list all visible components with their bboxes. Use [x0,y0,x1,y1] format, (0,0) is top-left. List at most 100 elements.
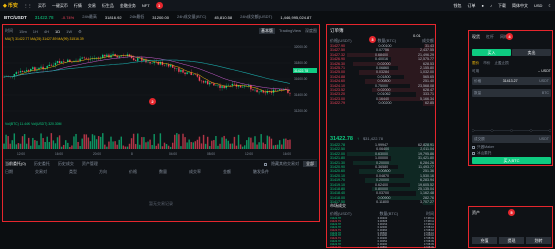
nav-language[interactable]: 简体中文 [512,3,528,9]
volume-bar [17,143,20,149]
user-icon[interactable]: ● [482,3,484,8]
candle-body [252,89,254,91]
volume-bar [213,140,215,149]
transfer-button[interactable]: 划转 [526,237,551,244]
maker-only-checkbox[interactable] [472,146,475,149]
candle-body [56,61,59,63]
candle-body [167,64,170,67]
volume-bar [81,138,83,149]
candle-body [198,76,201,81]
volume-bar [97,136,100,149]
qty-input[interactable]: 数量 BTC [472,89,551,97]
interval-1d[interactable]: 1D [55,29,60,34]
buy-submit-button[interactable]: 买入BTC [472,157,551,164]
volume-bar [143,137,145,149]
available-label: 可用 [472,69,480,73]
nav-grid-icon[interactable]: ⋮⋮ [24,3,32,8]
brand-logo[interactable]: ◆ 币安 [3,2,18,10]
maker-only-option[interactable]: 只做Maker [472,145,494,150]
theme-icon[interactable]: ☾ [548,3,552,8]
volume-bar [9,143,11,149]
price-axis-label: 31800.00 [294,61,308,65]
interval-1h[interactable]: 1H [33,29,38,34]
price-input-label: 价格 [474,78,482,83]
ticker-bar: BTC/USDT 31422.78 -0.74% 24h最高 31816.92 … [2,12,320,22]
nav-quick-buy[interactable]: 一键买币 [52,3,68,9]
nav-download[interactable]: 下载 [498,3,506,9]
stat-value: 31200.00 [152,14,169,20]
nav-derivatives[interactable]: 衍生品 [102,3,114,9]
candle-body [278,89,281,91]
volume-bar [130,138,133,149]
settings-icon[interactable]: ⚙ [78,29,82,34]
annotation-badge-2: 2 [149,98,156,105]
interval-time[interactable]: 时间 [5,28,13,34]
nav-orders[interactable]: 订单 [468,3,476,9]
candle-body [196,74,199,77]
nav-markets[interactable]: 行情 [74,3,82,9]
tab-funds[interactable]: 资产管理 [82,161,98,167]
volume-bar [264,144,267,149]
tab-order-history[interactable]: 历史委托 [34,161,50,167]
trade-qty: 0.00860 [377,246,388,249]
filter-dropdown[interactable]: 全部 [303,161,317,167]
candle-body [15,72,18,75]
tab-tradingview[interactable]: TradingView [279,28,301,34]
hide-pairs-checkbox[interactable] [264,162,267,166]
iceberg-option[interactable]: 冰山委托 [472,151,491,156]
sell-tab-button[interactable]: 卖出 [512,49,551,56]
tab-depth[interactable]: 深度图 [305,28,317,34]
deposit-button[interactable]: 充值 [472,237,497,244]
volume-bar [65,140,67,149]
nav-currency[interactable]: USD [534,3,542,8]
volume-bar [268,136,271,149]
volume-bar [3,143,5,149]
nav-nft[interactable]: NFT [142,3,150,8]
candle-body [182,69,184,73]
order-type-market[interactable]: 市价 [483,61,490,66]
tab-open-orders[interactable]: 当前委托(0) [5,161,26,167]
nav-finance[interactable]: 金融业务 [120,3,136,9]
volume-bar [73,136,75,149]
buy-tab-button[interactable]: 买入 [472,49,511,56]
candle-body [165,64,168,66]
volume-bar [5,134,7,149]
volume-bar [128,143,131,149]
amount-slider[interactable] [472,129,551,132]
volume-bar [110,136,112,149]
volume-bar [169,146,172,149]
order-type-limit[interactable]: 限价 [472,61,479,66]
tab-spot[interactable]: 现货 [472,34,480,40]
volume-bar [176,133,178,149]
stat-value: 1,446,995,024.87 [280,14,312,20]
candle-body [223,86,225,89]
iceberg-checkbox[interactable] [472,152,475,155]
volume-bar [19,143,22,149]
candle-body [23,71,26,73]
nav-wallet[interactable]: 钱包 [454,3,462,9]
interval-15m[interactable]: 15m [19,29,27,34]
volume-bar [124,146,127,149]
stat-label: 24h成交量(BTC) [176,14,207,19]
tab-basic[interactable]: 基本版 [258,28,275,34]
volume-bar [272,145,275,149]
nav-buy-crypto[interactable]: 买币 [38,3,46,9]
price-axis-label: 32000.00 [294,45,308,49]
candlestick-chart[interactable]: MA(7) 31422.77 MA(25) 31427.89 MA(99) 31… [3,35,319,157]
total-input[interactable]: 成交额 USDT [472,135,551,143]
nav-trade[interactable]: 交易 [88,3,96,9]
volume-bar [287,139,289,149]
candle-body [58,61,61,64]
trade-time: 17:08:09 [423,246,434,249]
interval-4h[interactable]: 4H [44,29,49,34]
ask-row[interactable]: 31422.79 0.00200 62.85 [330,101,434,106]
tab-trade-history[interactable]: 历史成交 [58,161,74,167]
withdraw-button[interactable]: 提现 [499,237,524,244]
order-type-stop[interactable]: 止盈止损 [494,61,508,66]
volume-bar [118,139,120,149]
price-input[interactable]: 价格 31413.27 USDT [472,77,551,85]
tab-margin[interactable]: 杠杆 [486,34,494,40]
pair-name[interactable]: BTC/USDT [4,15,27,20]
bell-icon[interactable]: ♪ [490,3,492,8]
interval-1w[interactable]: 1W [66,29,72,34]
